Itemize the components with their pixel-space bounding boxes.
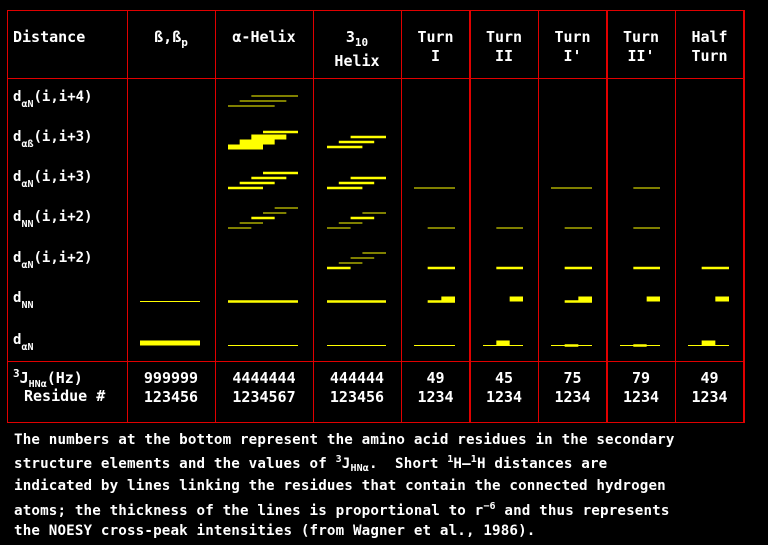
caption-line: indicated by lines linking the residues … <box>14 478 666 495</box>
noe-line-turn2-row4 <box>496 266 523 270</box>
noe-line-beta-row5 <box>140 301 200 302</box>
j-sup: 3 <box>13 367 20 380</box>
noe-line-half-row4 <box>701 266 729 270</box>
noe-line-turn1p-row2 <box>551 187 592 189</box>
noe-line-h310-row4 <box>327 266 351 270</box>
noe-line-turn2-row5 <box>509 296 523 302</box>
noe-line-alpha-row2 <box>239 181 275 185</box>
residues-alpha: 1234567 <box>232 388 296 406</box>
j-values-turn-i: 49 <box>426 369 445 387</box>
noe-line-turn2-row6 <box>496 340 510 346</box>
noe-line-alpha-row6 <box>228 345 298 346</box>
noe-line-h310-row2 <box>350 176 386 180</box>
noe-line-alpha-row0 <box>251 95 298 97</box>
noe-line-turn2p-row5 <box>646 296 660 302</box>
noe-line-alpha-row3 <box>251 216 275 220</box>
noe-line-alpha-row1 <box>228 144 263 150</box>
residues-half-turn: 1234 <box>691 388 728 406</box>
noe-line-alpha-row0 <box>239 100 287 102</box>
figure-caption: The numbers at the bottom represent the … <box>14 430 764 541</box>
noe-line-turn2p-row4 <box>633 266 660 270</box>
noe-line-h310-row2 <box>327 186 363 190</box>
noe-line-h310-row3 <box>362 212 386 214</box>
residues-turn-i-prime: 1234 <box>554 388 591 406</box>
residues-turn-i: 1234 <box>417 388 454 406</box>
j-values-beta: 999999 <box>143 369 199 387</box>
noe-line-turn1p-row6 <box>564 344 579 347</box>
noe-line-h310-row3 <box>350 216 375 220</box>
noe-line-alpha-row3 <box>263 212 287 214</box>
j-values-310: 444444 <box>329 369 385 387</box>
noe-line-h310-row1 <box>327 145 363 149</box>
j-letter: J <box>19 369 29 387</box>
caption-text: and thus represents <box>495 502 670 519</box>
j-unit: (Hz) <box>46 369 83 387</box>
caption-sup: −6 <box>483 500 496 512</box>
noe-line-alpha-row2 <box>228 186 263 190</box>
noe-line-turn1-row4 <box>427 266 455 270</box>
noe-line-h310-row4 <box>338 262 363 264</box>
noe-line-alpha-row3 <box>274 207 298 209</box>
caption-text: H– <box>453 456 471 473</box>
residues-turn-ii-prime: 1234 <box>622 388 660 406</box>
residues-310: 123456 <box>329 388 385 406</box>
caption-sub: HNα <box>350 463 369 475</box>
noe-line-alpha-row2 <box>251 176 287 180</box>
residues-turn-ii: 1234 <box>485 388 523 406</box>
noe-line-alpha-row1 <box>263 130 298 134</box>
noe-line-turn1-row2 <box>414 187 455 189</box>
noe-line-alpha-row2 <box>263 171 298 175</box>
residues-beta: 123456 <box>143 388 199 406</box>
noe-line-turn1p-row5 <box>578 296 592 302</box>
noe-line-h310-row1 <box>338 140 375 144</box>
caption-line: structure elements and the values of <box>14 456 336 473</box>
j-values-alpha: 4444444 <box>232 369 296 387</box>
caption-line: atoms; the thickness of the lines is pro… <box>14 502 484 519</box>
noe-line-alpha-row1 <box>239 139 275 145</box>
noe-line-alpha-row1 <box>251 134 287 140</box>
noe-line-h310-row1 <box>350 135 386 139</box>
noe-line-alpha-row0 <box>228 105 275 107</box>
j-values-turn-ii-prime: 79 <box>631 369 651 387</box>
noe-line-turn1-row3 <box>427 227 455 229</box>
noe-line-turn2p-row2 <box>633 187 660 189</box>
noe-line-h310-row3 <box>327 227 351 229</box>
noe-line-alpha-row3 <box>228 227 252 229</box>
noe-line-turn2p-row6 <box>633 344 647 347</box>
caption-text: . Short <box>368 456 448 473</box>
noe-line-half-row6 <box>701 340 716 346</box>
noe-line-beta-row6 <box>140 340 200 346</box>
noe-line-alpha-row5 <box>228 300 298 303</box>
noe-line-h310-row4 <box>362 252 386 254</box>
caption-line: the NOESY cross-peak intensities (from W… <box>14 522 536 539</box>
noe-line-h310-row5 <box>327 300 386 303</box>
noe-line-turn1p-row4 <box>564 266 592 270</box>
noe-line-turn2p-row3 <box>633 227 660 229</box>
j-values-half-turn: 49 <box>700 369 719 387</box>
noe-line-h310-row6 <box>327 345 386 346</box>
footer-residue-label: Residue # <box>24 387 106 405</box>
noe-line-turn1-row5 <box>441 296 455 302</box>
noe-line-turn1p-row3 <box>564 227 592 229</box>
caption-line: The numbers at the bottom represent the … <box>14 432 675 448</box>
j-values-turn-i-prime: 75 <box>563 369 582 387</box>
noe-line-alpha-row3 <box>239 222 263 224</box>
caption-text: H distances are <box>476 456 608 473</box>
noe-line-h310-row3 <box>338 222 363 224</box>
noe-line-turn1-row6 <box>414 345 455 346</box>
noe-line-half-row5 <box>715 296 729 302</box>
noe-line-turn2-row3 <box>496 227 523 229</box>
noe-line-h310-row2 <box>338 181 375 185</box>
noe-line-h310-row4 <box>350 257 375 259</box>
j-values-turn-ii: 45 <box>494 369 514 387</box>
